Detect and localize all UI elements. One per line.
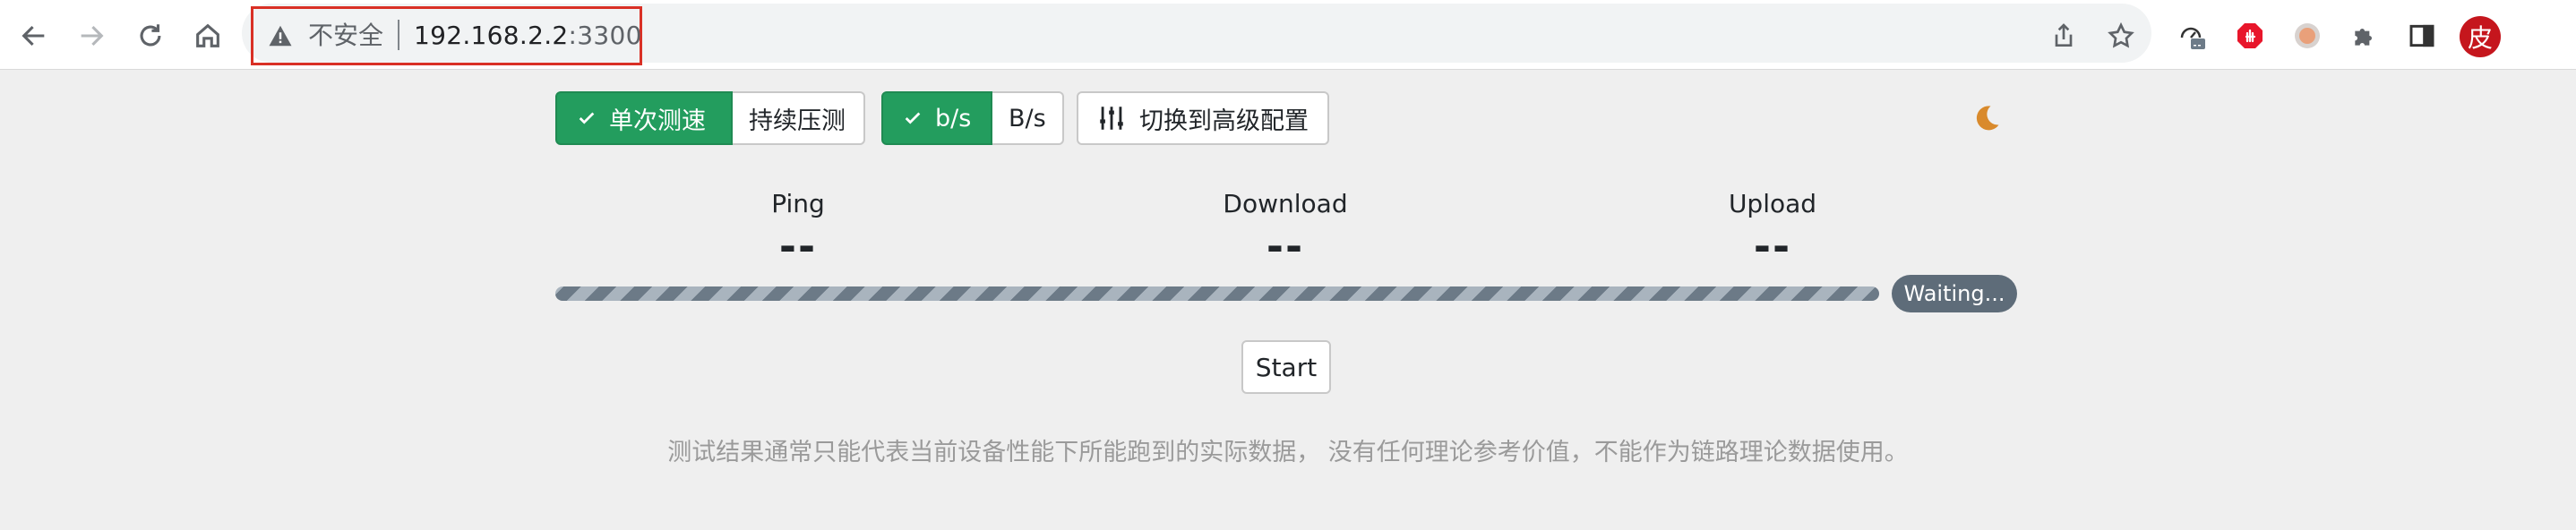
- single-test-button[interactable]: 单次测速: [555, 91, 733, 145]
- url-text[interactable]: 192.168.2.2:3300: [414, 18, 642, 54]
- bits-unit-button[interactable]: b/s: [881, 91, 992, 145]
- disclaimer-text: 测试结果通常只能代表当前设备性能下所能跑到的实际数据， 没有任何理论参考价值，不…: [667, 439, 1909, 466]
- upload-value: --: [1753, 222, 1792, 270]
- continuous-test-label: 持续压测: [749, 107, 846, 135]
- download-value: --: [1266, 222, 1305, 270]
- check-icon: [905, 112, 921, 124]
- continuous-test-button[interactable]: 持续压测: [733, 91, 865, 145]
- advanced-config-label: 切换到高级配置: [1139, 107, 1309, 135]
- download-label: Download: [1223, 189, 1348, 218]
- speedtest-extension-icon[interactable]: [2175, 18, 2211, 54]
- download-metric: Download --: [1151, 188, 1420, 269]
- start-button[interactable]: Start: [1241, 340, 1331, 394]
- forward-icon[interactable]: [72, 16, 111, 56]
- security-label[interactable]: 不安全: [308, 18, 383, 54]
- profile-avatar[interactable]: 皮: [2460, 16, 2501, 57]
- bytes-unit-button[interactable]: B/s: [992, 91, 1064, 145]
- single-test-label: 单次测速: [609, 107, 706, 135]
- ping-metric: Ping --: [664, 188, 932, 269]
- check-icon: [579, 112, 595, 124]
- home-icon[interactable]: [188, 16, 228, 56]
- progress-bar: [555, 286, 1879, 301]
- advanced-config-group: 切换到高级配置: [1077, 91, 1329, 145]
- adblock-extension-icon[interactable]: [2232, 18, 2268, 54]
- bits-unit-label: b/s: [935, 104, 972, 132]
- address-separator: [398, 20, 399, 50]
- share-icon[interactable]: [2046, 18, 2082, 54]
- status-badge: Waiting...: [1892, 275, 2017, 312]
- upload-metric: Upload --: [1638, 188, 1907, 269]
- puzzle-extensions-icon[interactable]: [2347, 18, 2383, 54]
- advanced-config-button[interactable]: 切换到高级配置: [1077, 91, 1329, 145]
- ping-label: Ping: [771, 189, 825, 218]
- mode-toggle-group: 单次测速 持续压测: [555, 91, 865, 145]
- browser-toolbar: 不安全 192.168.2.2:3300 皮: [0, 0, 2576, 70]
- warning-icon[interactable]: [267, 22, 294, 49]
- bookmark-star-icon[interactable]: [2103, 18, 2139, 54]
- bytes-unit-label: B/s: [1009, 104, 1046, 132]
- side-panel-icon[interactable]: [2404, 18, 2440, 54]
- moon-icon[interactable]: [1971, 102, 2003, 134]
- ping-value: --: [778, 222, 818, 270]
- unit-toggle-group: b/s B/s: [881, 91, 1064, 145]
- sliders-icon: [1100, 107, 1123, 130]
- reload-icon[interactable]: [131, 16, 170, 56]
- upload-label: Upload: [1728, 189, 1817, 218]
- back-icon[interactable]: [14, 16, 54, 56]
- extension-circle-icon[interactable]: [2289, 18, 2325, 54]
